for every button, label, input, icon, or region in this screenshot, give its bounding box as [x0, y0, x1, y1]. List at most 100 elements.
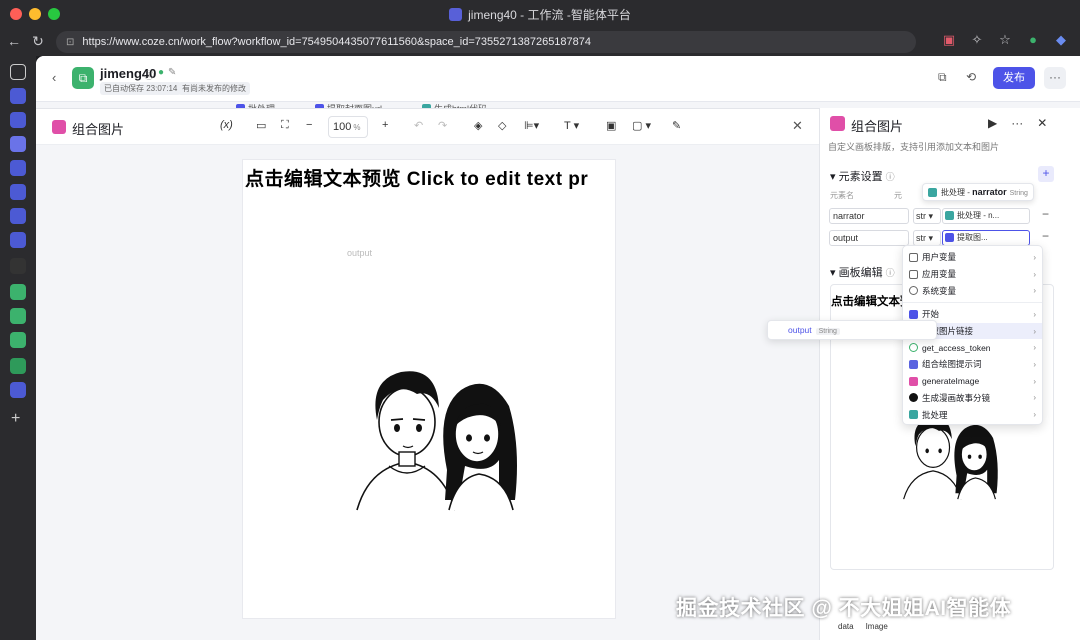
close-icon[interactable]: ✕	[792, 118, 803, 134]
more-button[interactable]: ···	[1044, 67, 1066, 89]
dropdown-item-system-vars[interactable]: 系统变量 ›	[903, 282, 1042, 299]
close-icon[interactable]: ✕	[1037, 116, 1047, 130]
close-window-button[interactable]	[10, 8, 22, 20]
canvas-section-header[interactable]: ▾ 画板编辑 ⓘ	[830, 264, 895, 280]
frame-icon[interactable]: ▭	[256, 119, 266, 132]
dropdown-item-app-vars[interactable]: 应用变量 ›	[903, 266, 1042, 283]
dropdown-item-compose-prompt[interactable]: 组合绘图提示词 ›	[903, 356, 1042, 373]
image-compose-icon	[52, 120, 66, 134]
dropdown-item-user-vars[interactable]: 用户变量 ›	[903, 249, 1042, 266]
back-arrow-icon[interactable]: ←	[4, 33, 24, 49]
favorites-icon[interactable]: ☆	[996, 32, 1014, 48]
info-icon[interactable]: ⓘ	[886, 172, 895, 182]
redo-icon[interactable]: ↷	[438, 119, 447, 132]
info-icon[interactable]: ⓘ	[144, 67, 154, 82]
variable-button[interactable]: (x)	[220, 119, 233, 131]
remove-element-button[interactable]: −	[1042, 229, 1049, 243]
output-variable-option[interactable]: output String	[767, 320, 937, 340]
zoom-in-icon[interactable]: +	[382, 119, 388, 131]
url-bar[interactable]: ⊡ https://www.coze.cn/work_flow?workflow…	[56, 31, 916, 53]
element-name-input[interactable]: output	[829, 230, 909, 246]
shape-tool-icon[interactable]: ▢ ▾	[632, 119, 651, 132]
element-name-input[interactable]: narrator	[829, 208, 909, 224]
copy-icon[interactable]: ⧉	[938, 70, 947, 85]
canvas-title: 组合图片	[72, 122, 125, 137]
coze-tab-icon[interactable]	[10, 184, 26, 200]
dropdown-item-batch[interactable]: 批处理 ›	[903, 406, 1042, 423]
workflow-header: ‹ ⧉ jimeng40 ⓘ ● ✎ 已自动保存 23:07:14 有尚未发布的…	[36, 56, 1080, 102]
zoom-input[interactable]: 100%	[328, 116, 368, 138]
batch-node-icon	[928, 188, 937, 197]
type-select[interactable]: str ▾	[913, 230, 941, 246]
edit-icon[interactable]: ✎	[168, 67, 176, 82]
drive-tab-icon[interactable]	[10, 308, 26, 324]
url-text[interactable]: https://www.coze.cn/work_flow?workflow_i…	[82, 36, 591, 48]
add-element-button[interactable]: +	[1038, 166, 1054, 182]
remove-element-button[interactable]: −	[1042, 207, 1049, 221]
folder-icon	[909, 269, 918, 279]
align-icon[interactable]: ⊫▾	[524, 119, 539, 132]
undo-icon[interactable]: ↶	[414, 119, 423, 132]
start-node-icon	[909, 309, 918, 319]
coze-tab-icon[interactable]	[10, 88, 26, 104]
puzzle-icon[interactable]: ✧	[968, 32, 986, 48]
history-icon[interactable]: ⟲	[966, 70, 976, 84]
artboard-text-element[interactable]: 点击编辑文本预览 Click to edit text pr	[245, 164, 588, 191]
coze-tab-icon[interactable]	[10, 136, 26, 152]
fit-screen-icon[interactable]: ⛶	[281, 119, 289, 132]
text-tool-icon[interactable]: T ▾	[564, 119, 579, 132]
column-header: 元素名元	[830, 191, 902, 200]
copilot-icon[interactable]: ◆	[1052, 32, 1070, 48]
drive-tab-icon[interactable]	[10, 284, 26, 300]
value-select[interactable]: 批处理 - n...	[942, 208, 1030, 224]
drive-tab-icon[interactable]	[10, 332, 26, 348]
value-select[interactable]: 提取图...	[942, 230, 1030, 246]
layer-up-icon[interactable]: ◈	[474, 119, 482, 132]
coze-tab-icon[interactable]	[10, 160, 26, 176]
extension-icon[interactable]: ▣	[940, 32, 958, 48]
layers-icon[interactable]: ◇	[498, 119, 506, 132]
dropdown-item-storyboard[interactable]: 生成漫画故事分镜 ›	[903, 390, 1042, 407]
batch-node-icon	[909, 410, 918, 420]
zoom-window-button[interactable]	[48, 8, 60, 20]
coze-tab-icon[interactable]	[10, 208, 26, 224]
image-placeholder-label: output	[347, 248, 373, 258]
pen-tool-icon[interactable]: ✎	[672, 119, 681, 132]
couple-illustration[interactable]	[339, 350, 519, 520]
workflow-status-icons: ⓘ ● ✎	[144, 67, 176, 82]
panel-title: 组合图片	[851, 119, 904, 134]
traffic-lights	[10, 8, 60, 20]
reload-icon[interactable]: ↻	[28, 33, 48, 50]
browser-actions: ▣ ✧ ☆ ● ◆	[940, 32, 1070, 48]
sidebar-toggle-icon[interactable]	[10, 64, 26, 80]
unpublished-badge: 有尚未发布的修改	[178, 82, 250, 95]
add-tab-icon[interactable]: +	[11, 410, 20, 428]
image-tool-icon[interactable]: ▣	[606, 119, 616, 132]
artboard[interactable]: 点击编辑文本预览 Click to edit text pr output	[242, 159, 616, 619]
browser-toolbar: ← ↻ ⊡ https://www.coze.cn/work_flow?work…	[0, 28, 1080, 56]
coze-tab-icon	[449, 7, 463, 21]
coze-tab-icon[interactable]	[10, 382, 26, 398]
divider	[903, 302, 1042, 304]
more-icon[interactable]: ···	[1011, 116, 1023, 130]
model-node-icon	[909, 393, 918, 403]
coze-tab-icon[interactable]	[10, 112, 26, 128]
app-tab-icon[interactable]	[10, 358, 26, 374]
type-select[interactable]: str ▾	[913, 208, 941, 224]
dropdown-item-access-token[interactable]: get_access_token ›	[903, 339, 1042, 356]
value-tooltip: 批处理 - narrator String	[922, 183, 1034, 201]
terminal-tab-icon[interactable]	[10, 258, 26, 274]
workflow-logo: ⧉	[72, 67, 94, 89]
run-icon[interactable]: ▶	[988, 116, 997, 130]
dropdown-item-generate-image[interactable]: generateImage ›	[903, 373, 1042, 390]
autosave-status: 已自动保存 23:07:14	[100, 82, 182, 95]
elements-section-header[interactable]: ▾ 元素设置 ⓘ	[830, 168, 895, 184]
coze-tab-icon[interactable]	[10, 232, 26, 248]
back-icon[interactable]: ‹	[52, 70, 56, 85]
zoom-out-icon[interactable]: −	[306, 119, 312, 131]
info-icon[interactable]: ⓘ	[886, 268, 895, 278]
minimize-window-button[interactable]	[29, 8, 41, 20]
profile-icon[interactable]: ●	[1024, 32, 1042, 48]
publish-button[interactable]: 发布	[993, 67, 1035, 89]
site-info-icon[interactable]: ⊡	[66, 37, 74, 48]
